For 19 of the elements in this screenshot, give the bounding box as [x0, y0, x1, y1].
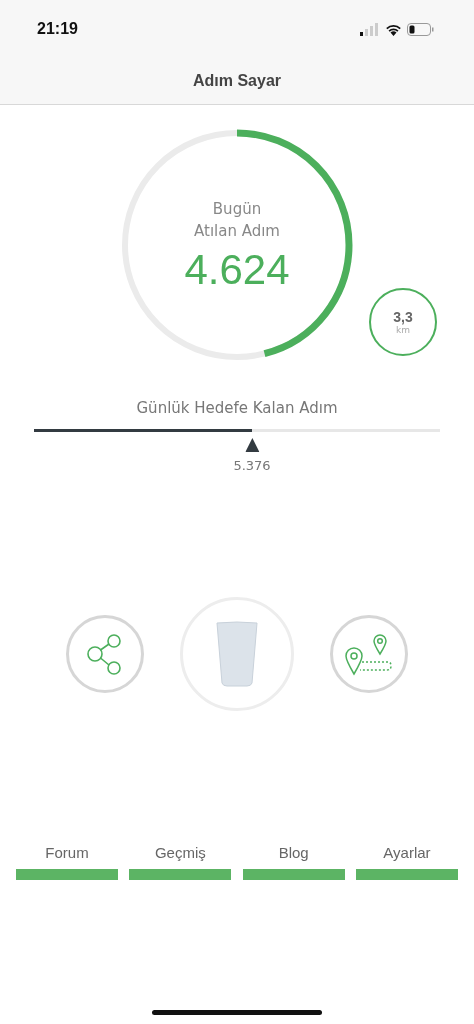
route-icon: [345, 632, 393, 676]
cup-icon: [214, 621, 260, 687]
distance-unit: km: [396, 325, 410, 335]
tab[interactable]: Ayarlar: [356, 844, 458, 880]
tab[interactable]: Blog: [242, 844, 345, 880]
remaining-steps: 5.376: [233, 458, 271, 473]
tab[interactable]: Forum: [16, 844, 118, 880]
today-label: Bugün: [212, 199, 262, 220]
signal-icon: [360, 22, 380, 36]
battery-icon: [407, 22, 434, 36]
wifi-icon: [385, 22, 402, 36]
tab[interactable]: Geçmiş: [129, 844, 232, 880]
step-count: 4.624: [184, 246, 290, 294]
status-time: 21:19: [37, 20, 78, 38]
page-title: Adım Sayar: [192, 72, 281, 90]
steps-taken-label: Atılan Adım: [194, 221, 280, 242]
distance-value: 3,3: [393, 309, 413, 325]
goal-label: Günlük Hedefe Kalan Adım: [136, 399, 338, 417]
pointer-icon: [245, 438, 259, 452]
